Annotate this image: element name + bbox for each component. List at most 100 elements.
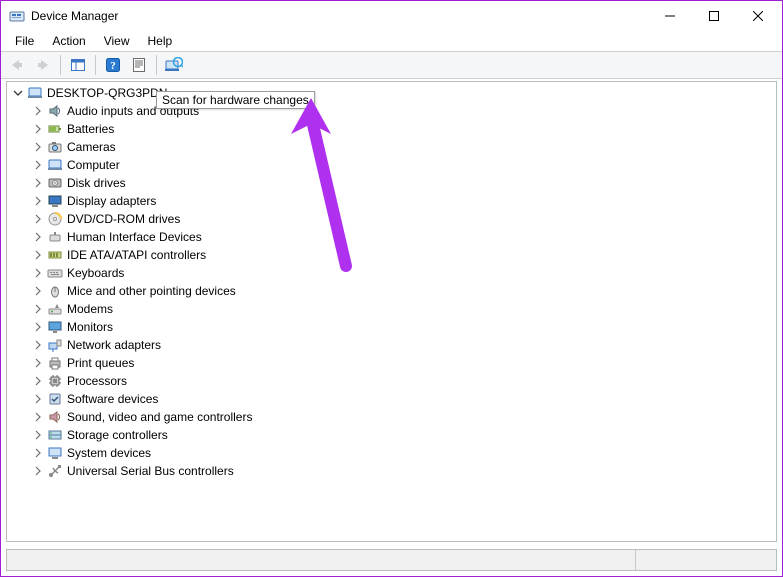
battery-icon — [47, 121, 63, 137]
menu-action[interactable]: Action — [44, 33, 93, 49]
tree-item[interactable]: Mice and other pointing devices — [7, 282, 776, 300]
tree-item-label: IDE ATA/ATAPI controllers — [65, 246, 208, 264]
tree-item[interactable]: System devices — [7, 444, 776, 462]
expander-icon[interactable] — [31, 410, 45, 424]
menu-help[interactable]: Help — [140, 33, 181, 49]
help-button[interactable]: ? — [101, 53, 125, 77]
tree-item[interactable]: Human Interface Devices — [7, 228, 776, 246]
expander-icon[interactable] — [31, 464, 45, 478]
printer-icon — [47, 355, 63, 371]
scan-hardware-button[interactable] — [162, 53, 186, 77]
tree-item-label: Network adapters — [65, 336, 163, 354]
computer-icon — [47, 157, 63, 173]
tree-item-label: Modems — [65, 300, 115, 318]
properties-button[interactable] — [127, 53, 151, 77]
window-controls — [648, 2, 780, 30]
tree-item[interactable]: DVD/CD-ROM drives — [7, 210, 776, 228]
sound-icon — [47, 409, 63, 425]
camera-icon — [47, 139, 63, 155]
menu-view[interactable]: View — [96, 33, 138, 49]
expander-icon[interactable] — [31, 140, 45, 154]
dvd-icon — [47, 211, 63, 227]
tree-item-label: Print queues — [65, 354, 136, 372]
back-button — [5, 53, 29, 77]
tree-item-label: Keyboards — [65, 264, 126, 282]
tooltip-scan-hardware: Scan for hardware changes — [156, 91, 315, 109]
minimize-button[interactable] — [648, 2, 692, 30]
tree-item[interactable]: Modems — [7, 300, 776, 318]
network-icon — [47, 337, 63, 353]
tree-item[interactable]: Display adapters — [7, 192, 776, 210]
modem-icon — [47, 301, 63, 317]
expander-icon[interactable] — [31, 356, 45, 370]
audio-icon — [47, 103, 63, 119]
device-tree: DESKTOP-QRG3PDNAudio inputs and outputsB… — [7, 84, 776, 480]
tree-item[interactable]: Print queues — [7, 354, 776, 372]
expander-icon[interactable] — [31, 392, 45, 406]
tree-item-label: System devices — [65, 444, 153, 462]
tree-item-label: Sound, video and game controllers — [65, 408, 254, 426]
computer-icon — [27, 85, 43, 101]
tree-item[interactable]: Universal Serial Bus controllers — [7, 462, 776, 480]
expander-icon[interactable] — [31, 176, 45, 190]
expander-icon[interactable] — [31, 194, 45, 208]
expander-icon[interactable] — [31, 428, 45, 442]
expander-icon[interactable] — [31, 266, 45, 280]
expander-icon[interactable] — [31, 230, 45, 244]
expander-icon[interactable] — [31, 320, 45, 334]
ide-icon — [47, 247, 63, 263]
maximize-button[interactable] — [692, 2, 736, 30]
toolbar-separator — [156, 55, 157, 75]
toolbar: ? — [1, 51, 782, 79]
tree-item[interactable]: Disk drives — [7, 174, 776, 192]
device-tree-pane[interactable]: DESKTOP-QRG3PDNAudio inputs and outputsB… — [6, 81, 777, 542]
cpu-icon — [47, 373, 63, 389]
tree-item[interactable]: Storage controllers — [7, 426, 776, 444]
software-icon — [47, 391, 63, 407]
tree-item[interactable]: Batteries — [7, 120, 776, 138]
menu-file[interactable]: File — [7, 33, 42, 49]
tree-item-label: Mice and other pointing devices — [65, 282, 238, 300]
tree-item[interactable]: Processors — [7, 372, 776, 390]
tree-root-label: DESKTOP-QRG3PDN — [45, 84, 169, 102]
tree-item[interactable]: Keyboards — [7, 264, 776, 282]
tree-root[interactable]: DESKTOP-QRG3PDN — [7, 84, 776, 102]
forward-button — [31, 53, 55, 77]
expander-icon[interactable] — [31, 284, 45, 298]
tree-item-label: Processors — [65, 372, 129, 390]
tree-item[interactable]: Sound, video and game controllers — [7, 408, 776, 426]
tree-item[interactable]: Software devices — [7, 390, 776, 408]
expander-icon[interactable] — [31, 446, 45, 460]
tree-item[interactable]: Audio inputs and outputs — [7, 102, 776, 120]
tree-item-label: Storage controllers — [65, 426, 170, 444]
system-icon — [47, 445, 63, 461]
expander-icon[interactable] — [31, 212, 45, 226]
tree-item[interactable]: Monitors — [7, 318, 776, 336]
tree-item-label: Cameras — [65, 138, 118, 156]
expander-icon[interactable] — [31, 302, 45, 316]
tree-item[interactable]: IDE ATA/ATAPI controllers — [7, 246, 776, 264]
display-icon — [47, 193, 63, 209]
tree-item-label: Human Interface Devices — [65, 228, 204, 246]
tree-item-label: Disk drives — [65, 174, 128, 192]
tree-item[interactable]: Computer — [7, 156, 776, 174]
expander-icon[interactable] — [11, 86, 25, 100]
expander-icon[interactable] — [31, 104, 45, 118]
expander-icon[interactable] — [31, 122, 45, 136]
statusbar — [6, 549, 777, 571]
tree-item[interactable]: Cameras — [7, 138, 776, 156]
tree-item[interactable]: Network adapters — [7, 336, 776, 354]
app-icon — [9, 8, 25, 24]
monitor-icon — [47, 319, 63, 335]
expander-icon[interactable] — [31, 374, 45, 388]
expander-icon[interactable] — [31, 158, 45, 172]
show-hide-tree-button[interactable] — [66, 53, 90, 77]
statusbar-panel — [636, 550, 776, 570]
hid-icon — [47, 229, 63, 245]
expander-icon[interactable] — [31, 248, 45, 262]
expander-icon[interactable] — [31, 338, 45, 352]
tree-item-label: Software devices — [65, 390, 160, 408]
close-button[interactable] — [736, 2, 780, 30]
usb-icon — [47, 463, 63, 479]
titlebar: Device Manager — [1, 1, 782, 31]
